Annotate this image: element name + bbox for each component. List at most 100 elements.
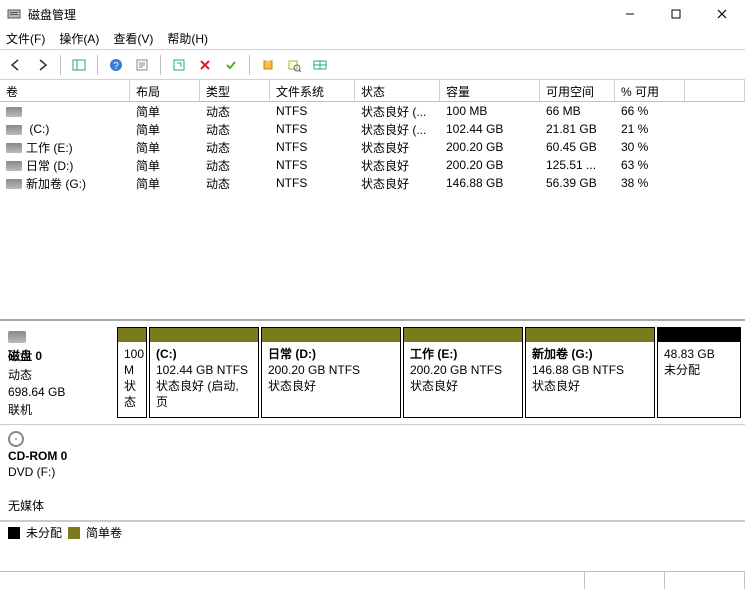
partition-stripe <box>658 328 740 342</box>
window-title: 磁盘管理 <box>28 6 76 23</box>
legend-simple: 简单卷 <box>86 524 122 541</box>
properties-button[interactable] <box>130 53 154 77</box>
menu-help[interactable]: 帮助(H) <box>167 30 208 47</box>
refresh-button[interactable] <box>167 53 191 77</box>
partition-line2: 未分配 <box>664 363 700 377</box>
cdrom-partitions <box>115 425 745 520</box>
partition-body: 日常 (D:) 200.20 GB NTFS 状态良好 <box>262 342 400 417</box>
cdrom-label: CD-ROM 0 <box>8 449 107 463</box>
legend: 未分配 简单卷 <box>0 521 745 543</box>
view-settings-button[interactable] <box>308 53 332 77</box>
col-layout[interactable]: 布局 <box>130 80 200 101</box>
status-bar <box>0 571 745 589</box>
volume-status: 状态良好 <box>355 172 440 195</box>
disk0-label: 磁盘 0 <box>8 347 107 364</box>
back-button[interactable] <box>4 53 28 77</box>
volume-fs: NTFS <box>270 101 355 121</box>
col-free[interactable]: 可用空间 <box>540 80 615 101</box>
volume-name: (C:) <box>26 122 49 136</box>
volume-icon <box>6 179 22 189</box>
col-type[interactable]: 类型 <box>200 80 270 101</box>
volume-capacity: 200.20 GB <box>440 155 540 175</box>
disk0-type: 动态 <box>8 366 107 383</box>
volume-fs: NTFS <box>270 173 355 193</box>
close-button[interactable] <box>699 0 745 28</box>
disk-layout-pane: 磁盘 0 动态 698.64 GB 联机 100 M状态(C:)102.44 G… <box>0 320 745 571</box>
volume-icon <box>6 161 22 171</box>
col-pctfree[interactable]: % 可用 <box>615 80 685 101</box>
new-button[interactable]: ✶ <box>256 53 280 77</box>
partition-line2: 状态 <box>124 379 136 409</box>
col-status[interactable]: 状态 <box>355 80 440 101</box>
volume-row[interactable]: 新加卷 (G:)简单动态NTFS状态良好146.88 GB56.39 GB38 … <box>0 174 745 192</box>
partition-title: 日常 (D:) <box>268 347 316 361</box>
volume-free: 21.81 GB <box>540 119 615 139</box>
col-extra[interactable] <box>685 80 745 101</box>
forward-button[interactable] <box>30 53 54 77</box>
col-capacity[interactable]: 容量 <box>440 80 540 101</box>
legend-swatch-simple <box>68 527 80 539</box>
partition[interactable]: 工作 (E:)200.20 GB NTFS状态良好 <box>403 327 523 418</box>
legend-unallocated: 未分配 <box>26 524 62 541</box>
menu-action[interactable]: 操作(A) <box>59 30 99 47</box>
minimize-button[interactable] <box>607 0 653 28</box>
find-button[interactable] <box>282 53 306 77</box>
disk0-size: 698.64 GB <box>8 385 107 399</box>
col-volume[interactable]: 卷 <box>0 80 130 101</box>
partition-line1: 146.88 GB NTFS <box>532 363 624 377</box>
partition-stripe <box>262 328 400 342</box>
partition-title: 新加卷 (G:) <box>532 347 593 361</box>
partition-stripe <box>404 328 522 342</box>
show-hide-console-tree-button[interactable] <box>67 53 91 77</box>
partition-line2: 状态良好 <box>410 379 458 393</box>
volume-list[interactable]: 卷 布局 类型 文件系统 状态 容量 可用空间 % 可用 简单动态NTFS状态良… <box>0 80 745 320</box>
partition-line1: 102.44 GB NTFS <box>156 363 248 377</box>
menu-file[interactable]: 文件(F) <box>6 30 45 47</box>
volume-capacity: 100 MB <box>440 101 540 121</box>
volume-name: 日常 (D:) <box>26 159 73 173</box>
volume-icon <box>6 143 22 153</box>
volume-capacity: 200.20 GB <box>440 137 540 157</box>
partition-line1: 200.20 GB NTFS <box>268 363 360 377</box>
volume-fs: NTFS <box>270 155 355 175</box>
partition-body: (C:)102.44 GB NTFS状态良好 (启动, 页 <box>150 342 258 417</box>
volume-free: 125.51 ... <box>540 155 615 175</box>
disk-row-cdrom: CD-ROM 0 DVD (F:) 无媒体 <box>0 425 745 521</box>
partition-stripe <box>150 328 258 342</box>
partition-body: 工作 (E:)200.20 GB NTFS状态良好 <box>404 342 522 417</box>
partition-body: 48.83 GB 未分配 <box>658 342 740 417</box>
volume-pct: 38 % <box>615 173 685 193</box>
partition[interactable]: 日常 (D:) 200.20 GB NTFS 状态良好 <box>261 327 401 418</box>
partition-line1: 48.83 GB <box>664 347 715 361</box>
disk-icon <box>8 331 26 343</box>
svg-text:✶: ✶ <box>265 58 272 65</box>
partition[interactable]: 100 M状态 <box>117 327 147 418</box>
delete-button[interactable] <box>193 53 217 77</box>
cdrom-icon <box>8 431 24 447</box>
menu-bar: 文件(F) 操作(A) 查看(V) 帮助(H) <box>0 28 745 50</box>
partition-body: 新加卷 (G:) 146.88 GB NTFS 状态良好 <box>526 342 654 417</box>
help-button[interactable]: ? <box>104 53 128 77</box>
disk0-partitions: 100 M状态(C:)102.44 GB NTFS状态良好 (启动, 页日常 (… <box>115 325 745 424</box>
app-icon <box>6 6 22 22</box>
disk0-info[interactable]: 磁盘 0 动态 698.64 GB 联机 <box>0 325 115 424</box>
apply-button[interactable] <box>219 53 243 77</box>
partition-line2: 状态良好 <box>532 379 580 393</box>
menu-view[interactable]: 查看(V) <box>113 30 153 47</box>
partition[interactable]: (C:)102.44 GB NTFS状态良好 (启动, 页 <box>149 327 259 418</box>
volume-pct: 66 % <box>615 101 685 121</box>
partition-line1: 200.20 GB NTFS <box>410 363 502 377</box>
maximize-button[interactable] <box>653 0 699 28</box>
volume-name: 新加卷 (G:) <box>26 177 86 191</box>
partition[interactable]: 新加卷 (G:) 146.88 GB NTFS 状态良好 <box>525 327 655 418</box>
partition-stripe <box>526 328 654 342</box>
volume-free: 60.45 GB <box>540 137 615 157</box>
volume-fs: NTFS <box>270 137 355 157</box>
col-filesystem[interactable]: 文件系统 <box>270 80 355 101</box>
volume-capacity: 102.44 GB <box>440 119 540 139</box>
partition-line2: 状态良好 <box>268 379 316 393</box>
cdrom-drive: DVD (F:) <box>8 465 107 479</box>
partition[interactable]: 48.83 GB 未分配 <box>657 327 741 418</box>
cdrom-info[interactable]: CD-ROM 0 DVD (F:) 无媒体 <box>0 425 115 520</box>
volume-name: 工作 (E:) <box>26 141 73 155</box>
